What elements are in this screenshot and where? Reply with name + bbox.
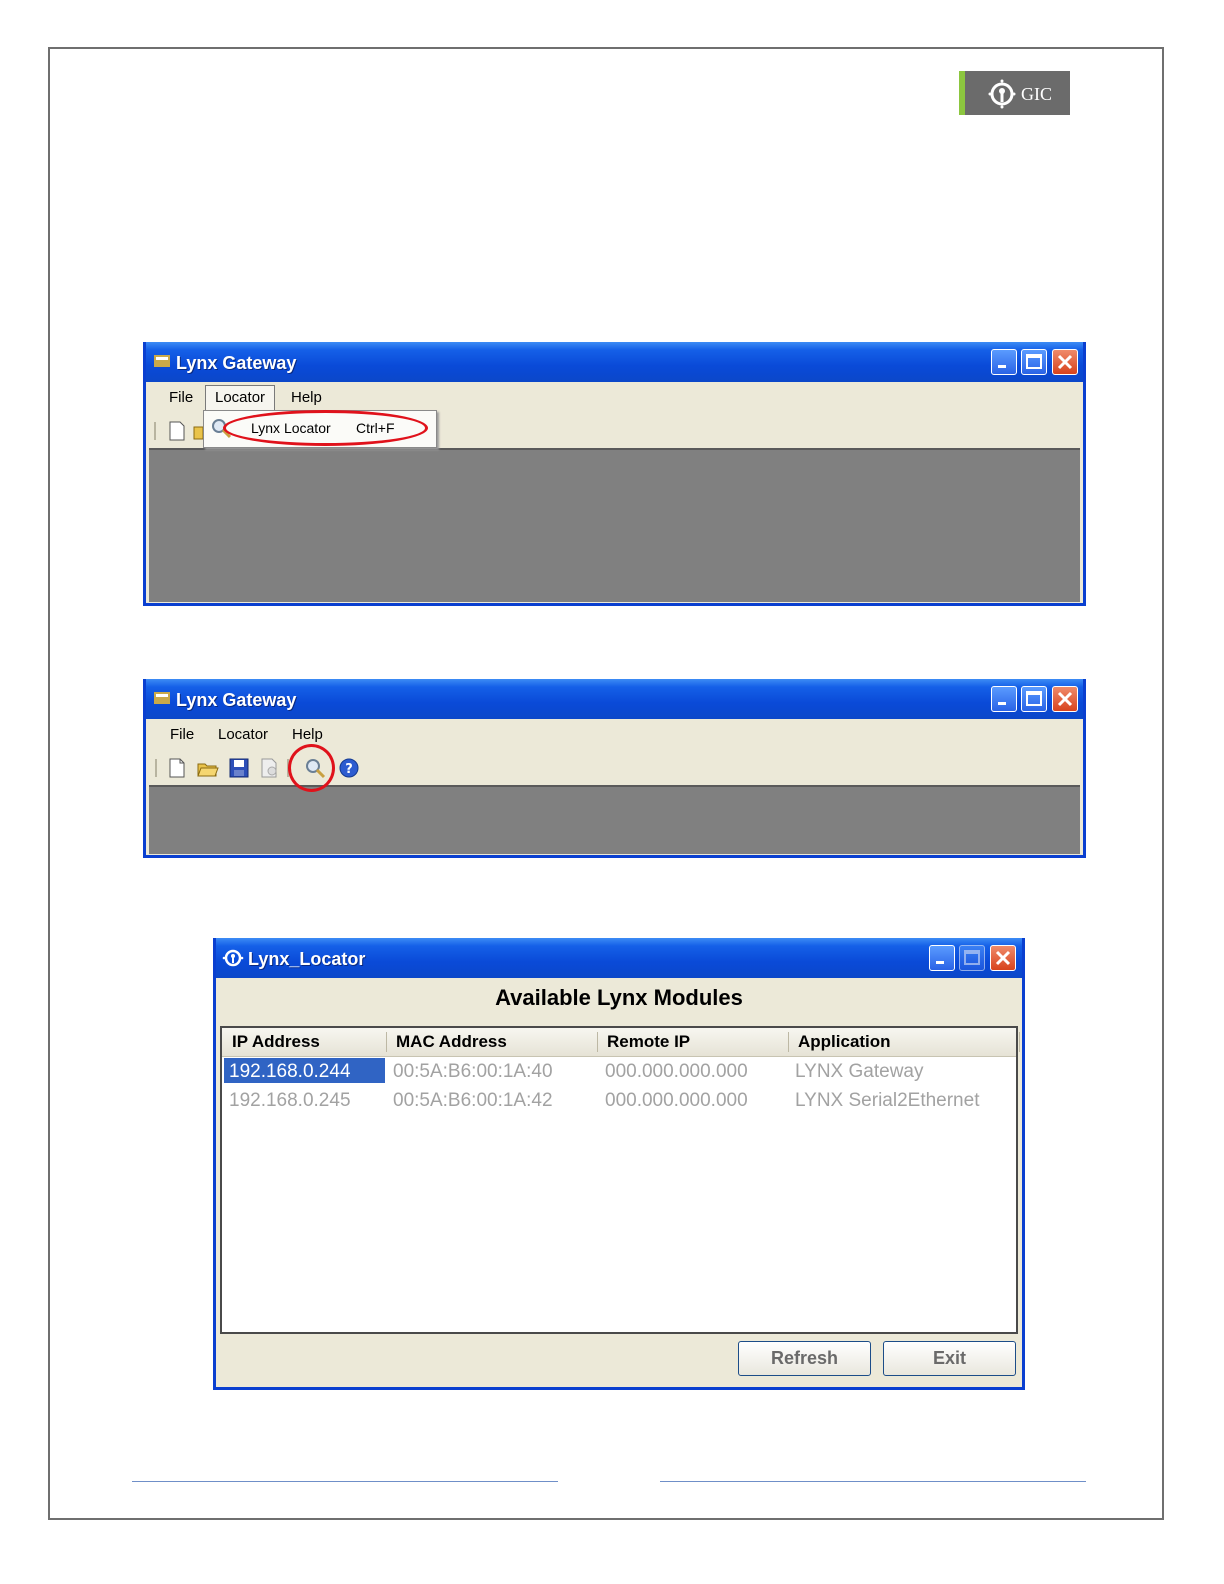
maximize-icon: [1026, 691, 1042, 706]
toolbar-grip: [154, 422, 156, 440]
minimize-button[interactable]: [929, 945, 955, 971]
new-file-icon[interactable]: [166, 757, 188, 779]
modules-heading: Available Lynx Modules: [495, 985, 743, 1010]
lynx-gateway-window-menu: Lynx Gateway File Locator Help: [143, 342, 1086, 606]
maximize-button: [959, 945, 985, 971]
column-divider[interactable]: [597, 1032, 598, 1052]
cell-ip-address[interactable]: 192.168.0.245: [229, 1090, 351, 1112]
menu-bar: File Locator Help: [146, 720, 1083, 750]
cell-ip-address[interactable]: 192.168.0.244: [224, 1058, 385, 1083]
gic-logo: GIC: [959, 71, 1070, 115]
column-divider[interactable]: [386, 1032, 387, 1052]
column-divider[interactable]: [1019, 1032, 1020, 1052]
app-icon: [154, 692, 170, 704]
lynx-gateway-window-toolbar: Lynx Gateway File Locator Help ?: [143, 679, 1086, 858]
title-bar[interactable]: Lynx Gateway: [146, 342, 1083, 382]
maximize-button[interactable]: [1021, 349, 1047, 375]
table-row[interactable]: 192.168.0.244 00:5A:B6:00:1A:40 000.000.…: [222, 1058, 1016, 1086]
close-button[interactable]: [1052, 686, 1078, 712]
logo-text: GIC: [1021, 84, 1052, 104]
print-preview-icon[interactable]: [258, 757, 280, 779]
open-folder-icon[interactable]: [193, 420, 203, 442]
minimize-icon: [936, 961, 944, 964]
menu-help[interactable]: Help: [286, 724, 329, 745]
toolbar: ?: [146, 753, 1083, 783]
open-folder-icon[interactable]: [197, 757, 219, 779]
client-area: [149, 785, 1080, 854]
table-row[interactable]: 192.168.0.245 00:5A:B6:00:1A:42 000.000.…: [222, 1087, 1016, 1115]
window-title: Lynx Gateway: [176, 353, 297, 373]
footer-line-right: [660, 1481, 1086, 1482]
app-icon: [154, 355, 170, 367]
menu-file[interactable]: File: [164, 724, 200, 745]
cell-remote-ip[interactable]: 000.000.000.000: [605, 1061, 748, 1083]
new-file-icon[interactable]: [166, 420, 188, 442]
minimize-icon: [998, 365, 1006, 368]
window-title: Lynx Gateway: [176, 690, 297, 710]
modules-table[interactable]: IP Address MAC Address Remote IP Applica…: [220, 1026, 1020, 1334]
save-icon[interactable]: [228, 757, 250, 779]
column-remote-ip[interactable]: Remote IP: [607, 1032, 690, 1052]
cell-mac-address[interactable]: 00:5A:B6:00:1A:40: [393, 1061, 553, 1083]
svg-text:?: ?: [345, 762, 353, 777]
title-bar[interactable]: Lynx Gateway: [146, 679, 1083, 719]
minimize-button[interactable]: [991, 686, 1017, 712]
cell-mac-address[interactable]: 00:5A:B6:00:1A:42: [393, 1090, 553, 1112]
menu-locator[interactable]: Locator: [212, 724, 274, 745]
cell-application[interactable]: LYNX Serial2Ethernet: [795, 1090, 979, 1112]
cell-remote-ip[interactable]: 000.000.000.000: [605, 1090, 748, 1112]
minimize-button[interactable]: [991, 349, 1017, 375]
menu-locator[interactable]: Locator: [205, 385, 276, 411]
maximize-button[interactable]: [1021, 686, 1047, 712]
close-button[interactable]: [1052, 349, 1078, 375]
highlight-ellipse: [223, 410, 428, 446]
help-icon[interactable]: ?: [338, 757, 360, 779]
column-application[interactable]: Application: [798, 1032, 891, 1052]
table-header: IP Address MAC Address Remote IP Applica…: [222, 1028, 1020, 1057]
gic-logo-icon: [988, 79, 1016, 109]
maximize-icon: [1026, 354, 1042, 369]
close-icon: [1057, 354, 1073, 370]
client-area: [149, 448, 1080, 602]
column-divider[interactable]: [788, 1032, 789, 1052]
title-bar[interactable]: Lynx_Locator: [216, 938, 1022, 978]
refresh-button[interactable]: Refresh: [738, 1341, 871, 1376]
toolbar-grip: [155, 759, 157, 777]
highlight-circle: [288, 744, 335, 792]
maximize-icon: [964, 950, 980, 965]
exit-button[interactable]: Exit: [883, 1341, 1016, 1376]
cell-application[interactable]: LYNX Gateway: [795, 1061, 923, 1083]
window-title: Lynx_Locator: [248, 949, 366, 969]
close-icon: [995, 950, 1011, 966]
locator-app-icon: [222, 949, 244, 967]
column-mac-address[interactable]: MAC Address: [396, 1032, 507, 1052]
close-icon: [1057, 691, 1073, 707]
close-button[interactable]: [990, 945, 1016, 971]
minimize-icon: [998, 702, 1006, 705]
menu-bar: File Locator Help: [146, 383, 1083, 413]
menu-file[interactable]: File: [163, 387, 199, 408]
footer-line-left: [132, 1481, 558, 1482]
menu-help[interactable]: Help: [285, 387, 328, 408]
lynx-locator-window: Lynx_Locator Available Lynx Modules IP A…: [213, 938, 1025, 1390]
column-ip-address[interactable]: IP Address: [232, 1032, 320, 1052]
